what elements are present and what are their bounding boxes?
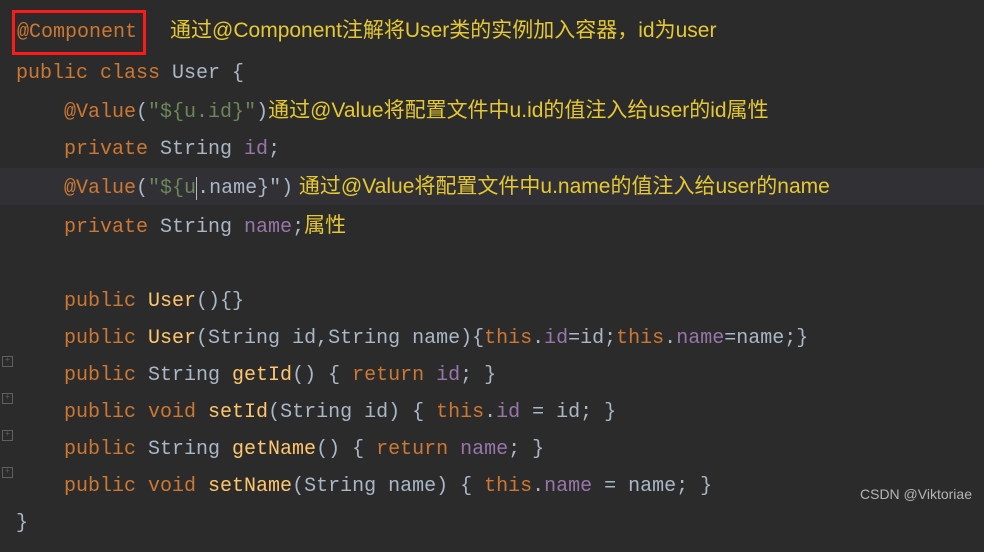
comment-1: 通过@Component注解将User类的实例加入容器，id为user: [170, 19, 716, 42]
comment-3: 通过@Value将配置文件中u.name的值注入给user的name: [293, 175, 830, 198]
code-editor[interactable]: @Component 通过@Component注解将User类的实例加入容器，i…: [0, 0, 984, 552]
code-line-9: public User(String id,String name){this.…: [16, 320, 984, 357]
code-line-1: @Component 通过@Component注解将User类的实例加入容器，i…: [16, 10, 984, 55]
code-line-11: public void setId(String id) { this.id =…: [16, 394, 984, 431]
code-line-5: @Value("${u.name}") 通过@Value将配置文件中u.name…: [16, 168, 984, 207]
code-line-7: [16, 246, 984, 283]
code-line-6: private String name;属性: [16, 207, 984, 246]
code-line-8: public User(){}: [16, 283, 984, 320]
code-line-13: public void setName(String name) { this.…: [16, 468, 984, 505]
watermark: CSDN @Viktoriae: [860, 482, 972, 508]
code-line-4: private String id;: [16, 131, 984, 168]
code-line-2: public class User {: [16, 55, 984, 92]
fold-icon[interactable]: +: [2, 467, 13, 478]
code-line-10: public String getId() { return id; }: [16, 357, 984, 394]
fold-icon[interactable]: +: [2, 430, 13, 441]
code-line-12: public String getName() { return name; }: [16, 431, 984, 468]
code-line-3: @Value("${u.id}")通过@Value将配置文件中u.id的值注入给…: [16, 92, 984, 131]
highlight-box: @Component: [12, 10, 146, 55]
comment-2: 通过@Value将配置文件中u.id的值注入给user的id属性: [268, 99, 769, 122]
code-line-14: }: [16, 505, 984, 542]
annotation-component: @Component: [17, 21, 137, 44]
comment-4: 属性: [304, 214, 346, 237]
fold-icon[interactable]: +: [2, 356, 13, 367]
fold-icon[interactable]: +: [2, 393, 13, 404]
